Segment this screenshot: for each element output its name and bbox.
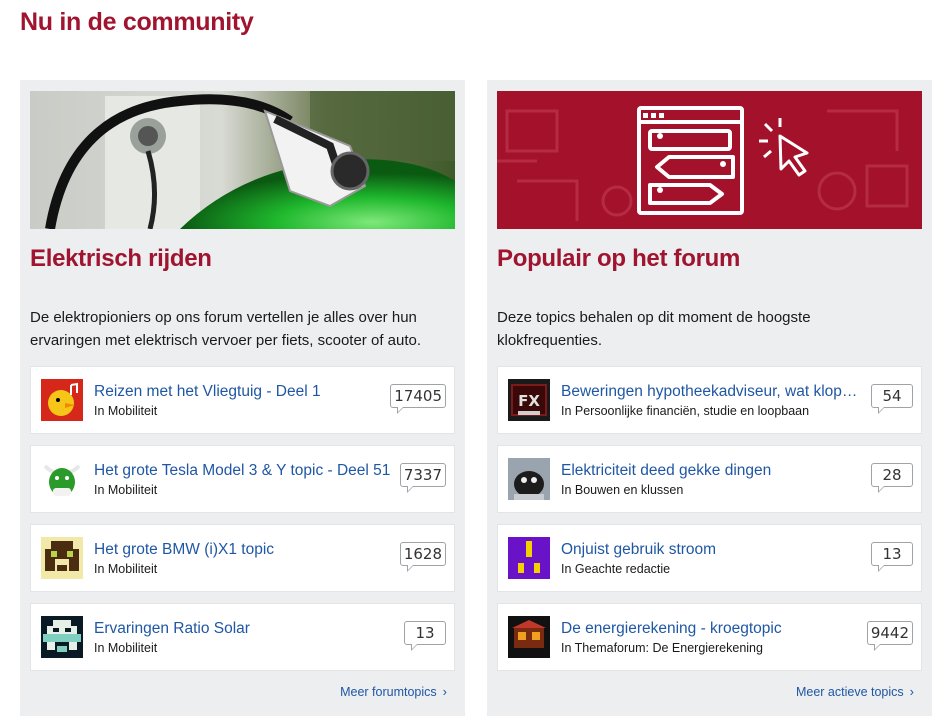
panel-title[interactable]: Populair op het forum (497, 245, 740, 273)
duck-music-avatar-icon (41, 379, 83, 421)
topic-card[interactable]: Het grote BMW (i)X1 topic In Mobiliteit … (30, 524, 455, 592)
amd-fx-avatar-icon: FX (508, 379, 550, 421)
reply-count-bubble: 1628 (399, 542, 446, 572)
more-link-label[interactable]: Meer forumtopics (340, 685, 437, 699)
topic-card[interactable]: Het grote Tesla Model 3 & Y topic - Deel… (30, 445, 455, 513)
topic-title[interactable]: De energierekening - kroegtopic (561, 620, 861, 638)
topic-card[interactable]: Onjuist gebruik stroom In Geachte redact… (497, 524, 922, 592)
reply-count-bubble: 9442 (866, 621, 913, 651)
topic-title[interactable]: Het grote Tesla Model 3 & Y topic - Deel… (94, 462, 394, 480)
ev-charging-banner-image[interactable] (30, 91, 455, 229)
tavern-avatar-icon (508, 616, 550, 658)
pixel-invader-avatar-icon (41, 537, 83, 579)
topic-category: In Mobiliteit (94, 404, 158, 418)
chevron-right-icon: › (442, 684, 447, 699)
reply-count-bubble: 7337 (399, 463, 446, 493)
topic-card[interactable]: Elektriciteit deed gekke dingen In Bouwe… (497, 445, 922, 513)
topic-title[interactable]: Beweringen hypotheekadviseur, wat klopt … (561, 383, 861, 401)
topic-category: In Geachte redactie (561, 562, 671, 576)
topic-title[interactable]: Het grote BMW (i)X1 topic (94, 541, 394, 559)
reply-count-bubble: 28 (871, 463, 913, 493)
topic-card[interactable]: FX Beweringen hypotheekadviseur, wat klo… (497, 366, 922, 434)
topic-category: In Mobiliteit (94, 483, 158, 497)
topic-title[interactable]: Ervaringen Ratio Solar (94, 620, 394, 638)
topic-title[interactable]: Reizen met het Vliegtuig - Deel 1 (94, 383, 394, 401)
panel-elektrisch-rijden: Elektrisch rijden De elektropioniers op … (20, 80, 465, 716)
purple-exclamation-avatar-icon (508, 537, 550, 579)
topic-category: In Mobiliteit (94, 562, 158, 576)
svg-text:FX: FX (518, 392, 540, 410)
more-active-topics-link[interactable]: Meer actieve topics › (796, 684, 914, 699)
topic-card[interactable]: De energierekening - kroegtopic In Thema… (497, 603, 922, 671)
black-figure-avatar-icon (508, 458, 550, 500)
more-link-label[interactable]: Meer actieve topics (796, 685, 904, 699)
more-forumtopics-link[interactable]: Meer forumtopics › (340, 684, 447, 699)
topic-category: In Mobiliteit (94, 641, 158, 655)
page-title: Nu in de community (20, 8, 254, 36)
reply-count-bubble: 13 (871, 542, 913, 572)
topic-card[interactable]: Reizen met het Vliegtuig - Deel 1 In Mob… (30, 366, 455, 434)
space-invader-avatar-icon (41, 616, 83, 658)
topic-category: In Persoonlijke financiën, studie en loo… (561, 404, 810, 418)
topic-category: In Themaforum: De Energierekening (561, 641, 763, 655)
panel-title[interactable]: Elektrisch rijden (30, 245, 212, 273)
forum-banner-image[interactable] (497, 91, 922, 229)
panel-populair-op-het-forum: Populair op het forum Deze topics behale… (487, 80, 932, 716)
green-bull-avatar-icon (41, 458, 83, 500)
reply-count-bubble: 17405 (390, 384, 446, 414)
panel-description: Deze topics behalen op dit moment de hoo… (497, 309, 811, 349)
reply-count-bubble: 13 (404, 621, 446, 651)
chevron-right-icon: › (909, 684, 914, 699)
panel-description: De elektropioniers op ons forum vertelle… (30, 309, 422, 349)
topic-category: In Bouwen en klussen (561, 483, 684, 497)
reply-count-bubble: 54 (871, 384, 913, 414)
topic-card[interactable]: Ervaringen Ratio Solar In Mobiliteit 13 (30, 603, 455, 671)
topic-title[interactable]: Onjuist gebruik stroom (561, 541, 861, 559)
topic-title[interactable]: Elektriciteit deed gekke dingen (561, 462, 861, 480)
